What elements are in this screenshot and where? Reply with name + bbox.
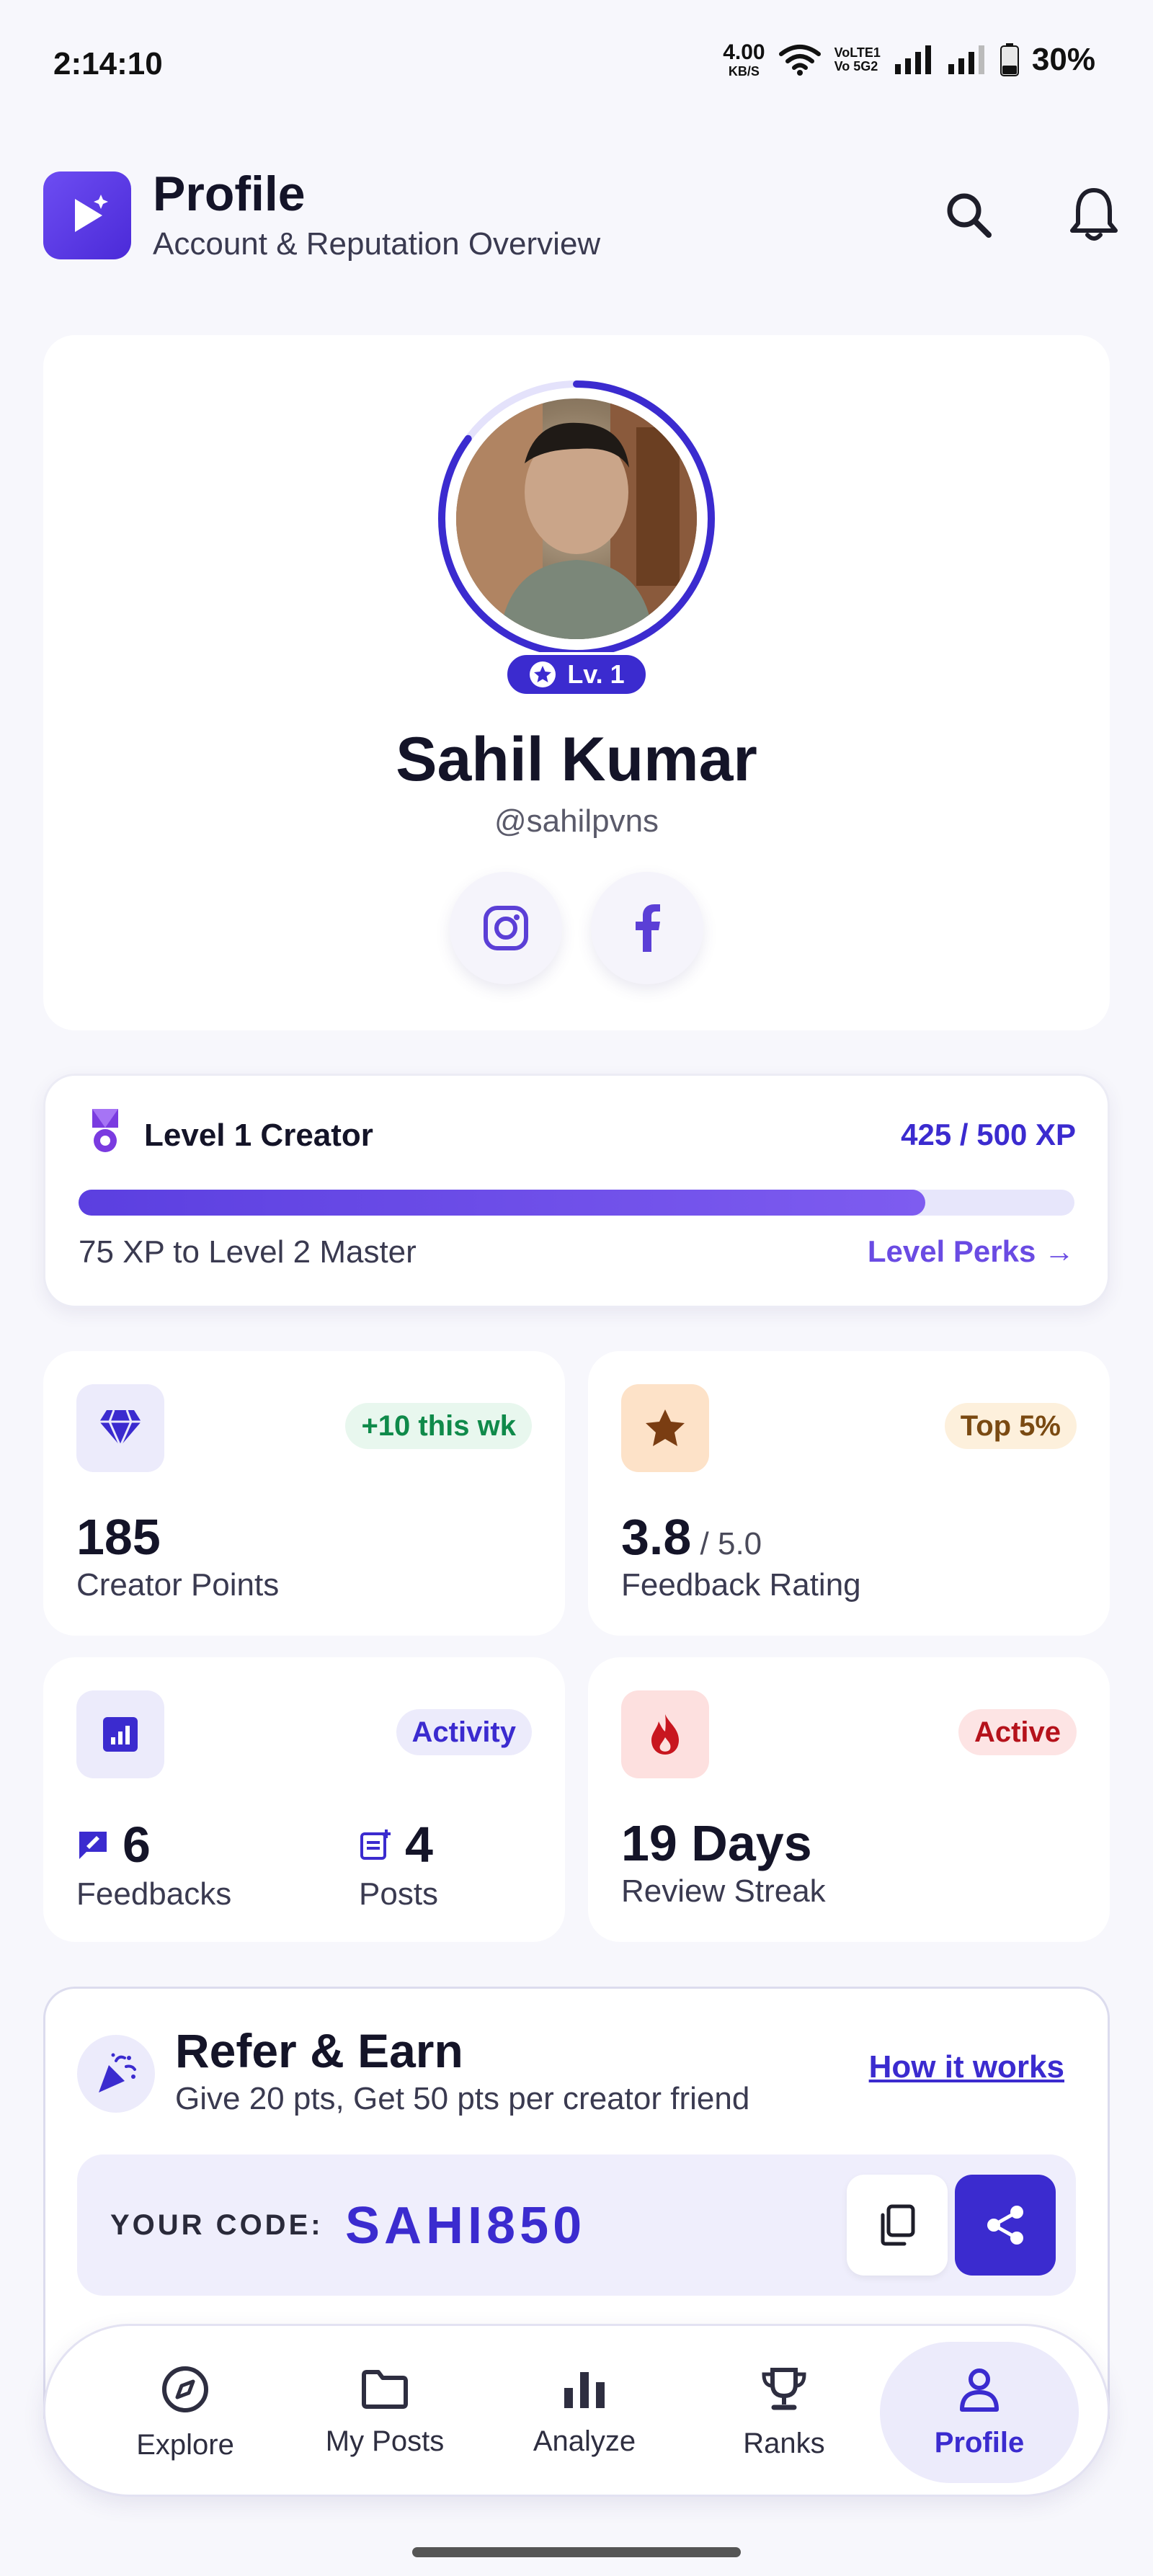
refer-subtitle: Give 20 pts, Get 50 pts per creator frie… xyxy=(175,2081,750,2116)
user-icon xyxy=(960,2368,999,2412)
page-title: Profile xyxy=(153,166,306,221)
nav-analyze-label: Analyze xyxy=(533,2425,636,2457)
activity-badge: Activity xyxy=(396,1709,532,1755)
level-title: Level 1 Creator xyxy=(144,1118,373,1153)
nav-explore[interactable]: Explore xyxy=(86,2342,285,2483)
battery-icon xyxy=(1000,43,1019,76)
nav-profile[interactable]: Profile xyxy=(880,2342,1079,2483)
nav-analyze[interactable]: Analyze xyxy=(485,2342,684,2483)
refer-title: Refer & Earn xyxy=(175,2024,463,2077)
volte-indicator: VoLTE1 Vo 5G2 xyxy=(834,46,881,73)
profile-card: Lv. 1 Sahil Kumar @sahilpvns xyxy=(43,335,1110,1030)
instagram-button[interactable] xyxy=(450,872,562,984)
referral-code-box: YOUR CODE: SAHI850 xyxy=(77,2154,1076,2296)
medal-icon xyxy=(92,1109,118,1152)
level-xp: 425 / 500 XP xyxy=(901,1118,1076,1151)
folder-icon xyxy=(362,2369,408,2409)
bell-icon xyxy=(1070,188,1118,241)
points-weekly-badge: +10 this wk xyxy=(345,1403,532,1449)
code-label: YOUR CODE: xyxy=(110,2209,324,2241)
volte-bottom: Vo 5G2 xyxy=(834,59,878,73)
net-speed-value: 4.00 xyxy=(723,40,765,64)
status-bar: 2:14:10 4.00 KB/S VoLTE1 Vo 5G2 30% xyxy=(0,0,1153,130)
signal-icon xyxy=(894,45,931,74)
trophy-icon xyxy=(762,2367,806,2410)
streak-value: 19 Days xyxy=(621,1815,812,1871)
nav-my-posts[interactable]: My Posts xyxy=(285,2342,484,2483)
level-progress-bar xyxy=(79,1190,1074,1216)
review-streak-card: Active 19 Days Review Streak xyxy=(588,1657,1110,1942)
referral-code[interactable]: SAHI850 xyxy=(345,2196,586,2255)
posts-value: 4 xyxy=(405,1817,433,1873)
wifi-icon xyxy=(778,45,821,76)
feedbacks-stat: 6 Feedbacks xyxy=(76,1816,231,1912)
how-it-works-link[interactable]: How it works xyxy=(869,2049,1064,2085)
feedback-icon xyxy=(79,1832,107,1859)
flame-icon xyxy=(621,1690,709,1778)
chart-icon xyxy=(76,1690,164,1778)
rating-value: 3.8 / 5.0 xyxy=(621,1508,762,1566)
avatar-ring xyxy=(436,378,717,659)
posts-label: Posts xyxy=(359,1876,439,1912)
rating-label: Feedback Rating xyxy=(621,1567,861,1603)
user-handle: @sahilpvns xyxy=(494,803,659,839)
level-perks-link[interactable]: Level Perks → xyxy=(868,1234,1074,1269)
share-icon xyxy=(987,2206,1023,2245)
status-icons: 4.00 KB/S VoLTE1 Vo 5G2 30% xyxy=(723,40,1095,79)
nav-ranks-label: Ranks xyxy=(743,2427,825,2459)
level-next-text: 75 XP to Level 2 Master xyxy=(79,1234,417,1270)
home-indicator[interactable] xyxy=(412,2547,741,2557)
party-popper-icon xyxy=(77,2035,155,2113)
bottom-navigation: Explore My Posts Analyze Ranks Profile xyxy=(43,2324,1110,2497)
streak-status-badge: Active xyxy=(958,1709,1077,1755)
user-name: Sahil Kumar xyxy=(396,725,757,794)
feedbacks-value: 6 xyxy=(123,1817,151,1873)
star-badge-icon xyxy=(530,661,556,687)
compass-icon xyxy=(162,2366,208,2412)
posts-stat: 4 Posts xyxy=(359,1816,438,1912)
instagram-icon xyxy=(484,906,528,950)
nav-my-posts-label: My Posts xyxy=(325,2425,445,2457)
facebook-icon xyxy=(636,904,660,952)
nav-profile-label: Profile xyxy=(934,2426,1025,2459)
page-header: Profile Account & Reputation Overview xyxy=(43,166,1118,267)
level-badge: Lv. 1 xyxy=(504,652,649,697)
feedbacks-label: Feedbacks xyxy=(76,1876,232,1912)
page-subtitle: Account & Reputation Overview xyxy=(153,226,601,262)
level-progress-card[interactable]: Level 1 Creator 425 / 500 XP 75 XP to Le… xyxy=(43,1074,1110,1308)
points-value: 185 xyxy=(76,1509,161,1565)
copy-icon xyxy=(881,2204,915,2246)
search-icon xyxy=(947,193,992,238)
diamond-icon xyxy=(76,1384,164,1472)
volte-top: VoLTE1 xyxy=(834,45,881,61)
post-add-icon xyxy=(360,1830,391,1860)
avatar[interactable] xyxy=(456,398,697,639)
rating-score: 3.8 xyxy=(621,1509,692,1565)
streak-label: Review Streak xyxy=(621,1873,826,1909)
feedback-rating-card: Top 5% 3.8 / 5.0 Feedback Rating xyxy=(588,1351,1110,1636)
rating-rank-badge: Top 5% xyxy=(944,1403,1077,1449)
nav-ranks[interactable]: Ranks xyxy=(685,2342,883,2483)
points-label: Creator Points xyxy=(76,1567,280,1603)
net-speed: 4.00 KB/S xyxy=(723,40,765,79)
level-progress-fill xyxy=(79,1190,925,1216)
level-badge-label: Lv. 1 xyxy=(567,659,625,689)
net-speed-unit: KB/S xyxy=(728,64,760,79)
status-time: 2:14:10 xyxy=(53,46,163,81)
search-button[interactable] xyxy=(934,180,1003,249)
creator-points-card: +10 this wk 185 Creator Points xyxy=(43,1351,565,1636)
activity-card: Activity 6 Feedbacks 4 Posts xyxy=(43,1657,565,1942)
signal-icon-2 xyxy=(948,45,984,74)
facebook-button[interactable] xyxy=(591,872,703,984)
rating-scale: / 5.0 xyxy=(691,1526,762,1561)
share-code-button[interactable] xyxy=(955,2175,1056,2276)
copy-code-button[interactable] xyxy=(847,2175,948,2276)
bar-chart-icon xyxy=(564,2371,605,2408)
notifications-button[interactable] xyxy=(1059,180,1128,249)
battery-percentage: 30% xyxy=(1031,42,1095,77)
star-icon xyxy=(621,1384,709,1472)
nav-explore-label: Explore xyxy=(136,2428,234,2461)
play-logo-icon xyxy=(43,171,131,259)
